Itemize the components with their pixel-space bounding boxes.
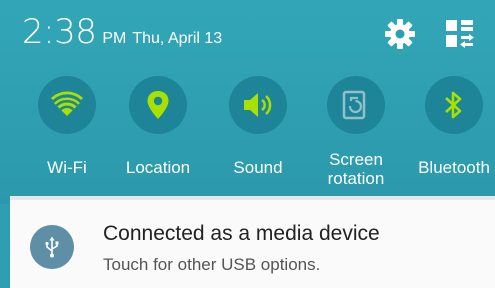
sound-toggle-button[interactable]	[229, 76, 287, 134]
screen-rotation-icon	[342, 90, 370, 120]
screen-rotation-toggle-button[interactable]	[327, 76, 385, 134]
date-label: Thu, April 13	[132, 30, 223, 47]
clock-ampm: PM	[102, 30, 127, 47]
toggle-sound[interactable]: Sound	[208, 74, 308, 200]
notification-title: Connected as a media device	[103, 222, 380, 245]
clock-time: 2:38	[22, 12, 97, 52]
wifi-icon	[50, 90, 84, 120]
toggle-screen-rotation[interactable]: Screen rotation	[306, 74, 406, 200]
toggle-label-sound: Sound	[233, 158, 283, 177]
toggle-bluetooth[interactable]: Bluetooth	[404, 74, 495, 200]
toggle-label-bluetooth: Bluetooth	[418, 158, 490, 177]
sound-icon	[242, 91, 274, 119]
toggle-location[interactable]: Location	[108, 74, 208, 200]
toggle-wifi[interactable]: Wi-Fi	[17, 74, 117, 200]
location-pin-icon	[146, 90, 170, 120]
location-toggle-button[interactable]	[129, 76, 187, 134]
clock[interactable]: 2:38 PM Thu, April 13	[22, 12, 222, 52]
toggle-label-screen-rotation: Screen rotation	[327, 150, 385, 188]
toggle-label-wifi: Wi-Fi	[47, 158, 87, 177]
notification-text: Touch for other USB options.	[103, 255, 321, 274]
bluetooth-icon	[443, 89, 465, 121]
usb-notification[interactable]: Connected as a media device Touch for ot…	[10, 200, 495, 288]
quick-settings-toggles: Wi-Fi Location Sound Screen rotation Blu…	[0, 74, 495, 200]
quick-panel-edit-icon[interactable]	[445, 19, 475, 49]
wifi-toggle-button[interactable]	[38, 76, 96, 134]
status-bar: 2:38 PM Thu, April 13	[0, 0, 495, 70]
usb-icon	[30, 225, 74, 269]
toggle-label-location: Location	[125, 158, 191, 177]
bluetooth-toggle-button[interactable]	[425, 76, 483, 134]
gear-icon[interactable]	[384, 18, 416, 50]
